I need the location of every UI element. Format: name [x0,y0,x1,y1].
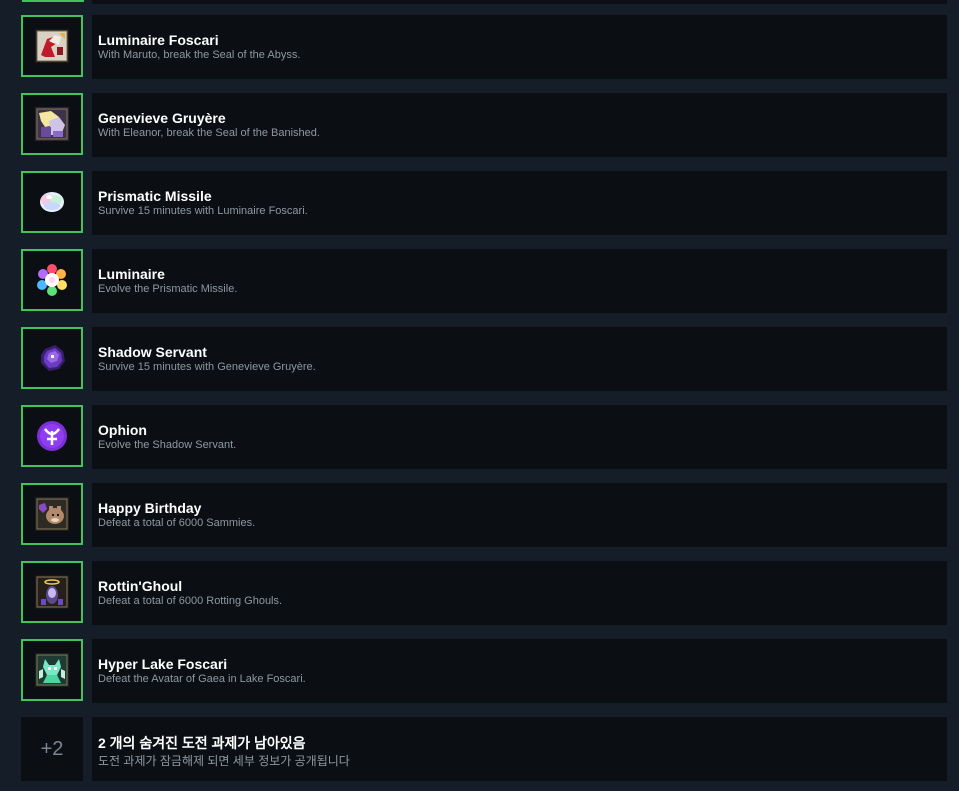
hidden-achievements-description: 도전 과제가 잠금해제 되면 세부 정보가 공개됩니다 [98,754,350,768]
achievement-description: Defeat a total of 6000 Sammies. [98,517,256,529]
achievement-text-panel: Luminaire Evolve the Prismatic Missile. [92,249,947,313]
hidden-count-badge: +2 [21,717,83,781]
achievement-icon-frame [21,405,83,467]
achievement-icon-frame [21,249,83,311]
achievement-description: Defeat the Avatar of Gaea in Lake Foscar… [98,673,306,685]
achievement-icon-frame [21,327,83,389]
hidden-text-panel: 2 개의 숨겨진 도전 과제가 남아있음 도전 과제가 잠금해제 되면 세부 정… [92,717,947,781]
achievement-row[interactable]: Luminaire Evolve the Prismatic Missile. [21,249,947,313]
achievement-title: Ophion [98,422,147,438]
achievement-icon-frame [21,15,83,77]
achievement-description: Evolve the Shadow Servant. [98,439,237,451]
achievement-row[interactable]: Prismatic Missile Survive 15 minutes wit… [21,171,947,235]
hidden-achievements-row: +2 2 개의 숨겨진 도전 과제가 남아있음 도전 과제가 잠금해제 되면 세… [21,717,947,781]
achievement-text-panel: Genevieve Gruyère With Eleanor, break th… [92,93,947,157]
achievement-row[interactable]: Luminaire Foscari With Maruto, break the… [21,15,947,79]
prismatic-orb-icon [40,192,64,212]
achievement-description: Survive 15 minutes with Genevieve Gruyèr… [98,361,316,373]
achievement-title: Genevieve Gruyère [98,110,226,126]
achievement-title: Happy Birthday [98,500,202,516]
achievement-text-panel: Prismatic Missile Survive 15 minutes wit… [92,171,947,235]
rainbow-flower-icon [37,264,67,296]
achievement-title: Shadow Servant [98,344,207,360]
achievement-row[interactable]: Shadow Servant Survive 15 minutes with G… [21,327,947,391]
achievement-description: Survive 15 minutes with Luminaire Foscar… [98,205,308,217]
previous-achievement-icon-edge [22,0,84,2]
achievement-icon-frame [21,93,83,155]
previous-achievement-panel-edge [92,0,947,4]
achievement-row[interactable]: Happy Birthday Defeat a total of 6000 Sa… [21,483,947,547]
achievement-text-panel: Shadow Servant Survive 15 minutes with G… [92,327,947,391]
achievement-icon-frame [21,483,83,545]
achievement-title: Prismatic Missile [98,188,212,204]
achievement-description: With Eleanor, break the Seal of the Bani… [98,127,320,139]
achievement-description: Evolve the Prismatic Missile. [98,283,238,295]
achievement-description: With Maruto, break the Seal of the Abyss… [98,49,301,61]
achievement-text-panel: Happy Birthday Defeat a total of 6000 Sa… [92,483,947,547]
achievement-row[interactable]: Ophion Evolve the Shadow Servant. [21,405,947,469]
achievement-title: Hyper Lake Foscari [98,656,228,672]
achievement-title: Rottin'Ghoul [98,578,183,594]
ophion-sigil-icon [37,421,67,451]
achievement-icon-frame [21,639,83,701]
sammy-icon [35,497,69,531]
achievement-text-panel: Hyper Lake Foscari Defeat the Avatar of … [92,639,947,703]
foscari-knight-icon [35,29,69,63]
achievement-title: Luminaire [98,266,165,282]
achievement-title: Luminaire Foscari [98,32,219,48]
achievement-description: Defeat a total of 6000 Rotting Ghouls. [98,595,283,607]
achievement-icon-frame [21,561,83,623]
achievement-text-panel: Luminaire Foscari With Maruto, break the… [92,15,947,79]
gaea-avatar-icon [35,653,69,687]
achievement-row[interactable]: Rottin'Ghoul Defeat a total of 6000 Rott… [21,561,947,625]
achievement-text-panel: Ophion Evolve the Shadow Servant. [92,405,947,469]
achievements-list: Luminaire Foscari With Maruto, break the… [0,0,959,791]
hidden-achievements-title: 2 개의 숨겨진 도전 과제가 남아있음 [98,735,306,751]
achievement-icon-frame [21,171,83,233]
achievement-row[interactable]: Genevieve Gruyère With Eleanor, break th… [21,93,947,157]
ghoul-halo-icon [35,575,69,609]
shadow-servant-icon [41,345,65,371]
achievement-row[interactable]: Hyper Lake Foscari Defeat the Avatar of … [21,639,947,703]
achievement-text-panel: Rottin'Ghoul Defeat a total of 6000 Rott… [92,561,947,625]
genevieve-portrait-icon [35,107,69,141]
